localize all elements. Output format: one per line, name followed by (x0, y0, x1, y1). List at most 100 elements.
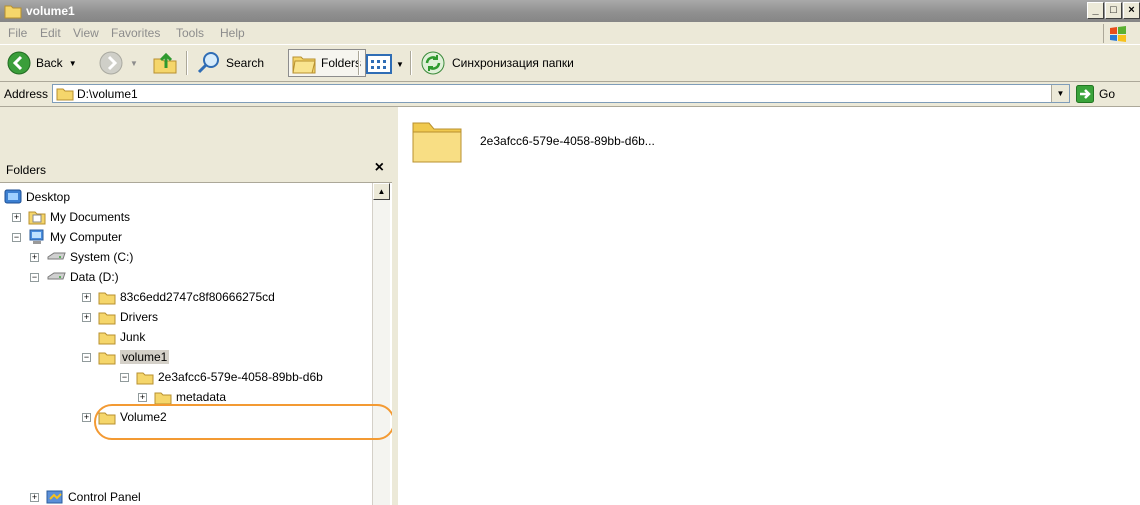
expand-icon[interactable]: + (30, 492, 39, 502)
expand-icon[interactable]: + (12, 212, 21, 222)
sync-icon (421, 51, 445, 75)
tree-label: Desktop (26, 190, 71, 204)
folder-icon (98, 312, 116, 324)
back-button[interactable]: Back ▼ (6, 49, 77, 77)
collapse-icon[interactable]: − (12, 232, 21, 242)
folder-icon (154, 392, 172, 404)
back-arrow-icon (7, 51, 31, 75)
documents-folder-icon (28, 211, 46, 225)
highlight-callout (94, 404, 395, 440)
expand-icon[interactable]: + (138, 392, 147, 402)
tree-label: My Computer (50, 230, 123, 244)
tree-label: volume1 (120, 350, 170, 364)
menu-help[interactable]: Help (220, 26, 245, 40)
folder-icon (4, 5, 22, 19)
windows-logo-icon (1103, 24, 1132, 43)
forward-button[interactable]: ▼ (98, 49, 138, 77)
folders-button[interactable]: Folders (288, 49, 367, 77)
search-button[interactable]: Search (196, 49, 264, 77)
toolbar-separator (410, 51, 412, 75)
tree-label: System (C:) (70, 250, 134, 264)
tree-label: My Documents (50, 210, 131, 224)
up-folder-button[interactable] (152, 49, 178, 77)
expand-icon[interactable]: + (82, 292, 91, 302)
folder-icon (98, 332, 116, 344)
folders-pane-header: Folders × (0, 158, 392, 183)
toolbar-separator (186, 51, 188, 75)
chevron-down-icon[interactable]: ▼ (69, 59, 77, 68)
chevron-down-icon[interactable]: ▼ (130, 59, 138, 68)
drive-icon (47, 252, 66, 260)
scroll-up-button[interactable]: ▲ (373, 183, 390, 200)
search-label: Search (226, 56, 265, 70)
collapse-icon[interactable]: − (30, 272, 39, 282)
control-panel-icon (46, 490, 63, 504)
caption-buttons: _ □ × (1087, 2, 1140, 19)
toolbar: Back ▼ ▼ Search Folders ▼ Синхронизация … (0, 45, 1140, 82)
tree-item-junk[interactable]: Junk (98, 327, 145, 347)
sync-label: Синхронизация папки (452, 56, 574, 70)
address-dropdown-button[interactable]: ▼ (1051, 85, 1069, 102)
title-bar[interactable]: volume1 _ □ × (0, 0, 1140, 22)
folders-icon (292, 56, 316, 74)
views-icon (366, 54, 392, 74)
address-label: Address (4, 87, 49, 101)
expand-icon[interactable]: + (82, 312, 91, 322)
menu-bar: File Edit View Favorites Tools Help (0, 22, 1140, 45)
expand-icon[interactable]: + (30, 252, 39, 262)
tree-item-system-c[interactable]: + System (C:) (30, 247, 133, 267)
sync-folder-button[interactable]: Синхронизация папки (420, 49, 574, 77)
drive-icon (47, 272, 66, 280)
computer-icon (29, 229, 44, 244)
window-title: volume1 (26, 4, 75, 18)
maximize-button[interactable]: □ (1105, 2, 1122, 19)
forward-arrow-icon (99, 51, 123, 75)
menu-edit[interactable]: Edit (40, 26, 61, 40)
tree-item-drivers[interactable]: + Drivers (82, 307, 158, 327)
file-item-guid-folder[interactable]: 2e3afcc6-579e-4058-89bb-d6b... (410, 115, 655, 165)
explorer-window: volume1 _ □ × File Edit View Favorites T… (0, 0, 1140, 505)
toolbar-separator (358, 51, 360, 75)
collapse-icon[interactable]: − (120, 372, 129, 382)
folder-tree: Desktop + My Documents − My Computer + S… (0, 183, 372, 505)
menu-tools[interactable]: Tools (176, 26, 204, 40)
folder-icon (56, 88, 74, 101)
tree-item-guid-folder[interactable]: − 2e3afcc6-579e-4058-89bb-d6b (120, 367, 323, 387)
tree-scrollbar[interactable]: ▲ (372, 183, 390, 505)
collapse-icon[interactable]: − (82, 352, 91, 362)
folders-pane-title: Folders (6, 163, 47, 177)
tree-label: Data (D:) (70, 270, 119, 284)
close-button[interactable]: × (1123, 2, 1140, 19)
folder-icon (98, 292, 116, 304)
tree-label: metadata (176, 390, 227, 404)
tree-item-data-d[interactable]: − Data (D:) (30, 267, 119, 287)
tree-item-my-documents[interactable]: + My Documents (12, 207, 130, 227)
minimize-button[interactable]: _ (1087, 2, 1104, 19)
close-icon[interactable]: × (375, 160, 384, 176)
menu-file[interactable]: File (8, 26, 27, 40)
menu-view[interactable]: View (73, 26, 99, 40)
file-list: 2e3afcc6-579e-4058-89bb-d6b... (398, 107, 1140, 505)
go-button[interactable]: Go (1076, 85, 1115, 103)
tree-label: Junk (120, 330, 146, 344)
tree-item-volume1[interactable]: − volume1 (82, 347, 170, 367)
desktop-icon (4, 189, 22, 204)
chevron-down-icon[interactable]: ▼ (396, 60, 404, 69)
address-bar: Address D:\volume1 ▼ Go (0, 82, 1140, 107)
address-value: D:\volume1 (77, 87, 138, 101)
tree-item-folder-hash[interactable]: + 83c6edd2747c8f80666275cd (82, 287, 275, 307)
expand-icon[interactable]: + (82, 412, 91, 422)
tree-label: Control Panel (68, 490, 141, 504)
address-input[interactable]: D:\volume1 ▼ (52, 84, 1070, 103)
menu-favorites[interactable]: Favorites (111, 26, 160, 40)
go-arrow-icon (1076, 85, 1094, 103)
folders-label: Folders (321, 56, 362, 70)
go-label: Go (1099, 87, 1116, 101)
tree-item-control-panel[interactable]: + Control Panel (30, 487, 141, 505)
tree-item-my-computer[interactable]: − My Computer (12, 227, 122, 247)
tree-label: 2e3afcc6-579e-4058-89bb-d6b (158, 370, 323, 384)
tree-item-desktop[interactable]: Desktop (4, 187, 70, 207)
open-folder-icon (98, 352, 116, 364)
folder-icon (136, 372, 154, 384)
views-button[interactable]: ▼ (364, 49, 405, 79)
